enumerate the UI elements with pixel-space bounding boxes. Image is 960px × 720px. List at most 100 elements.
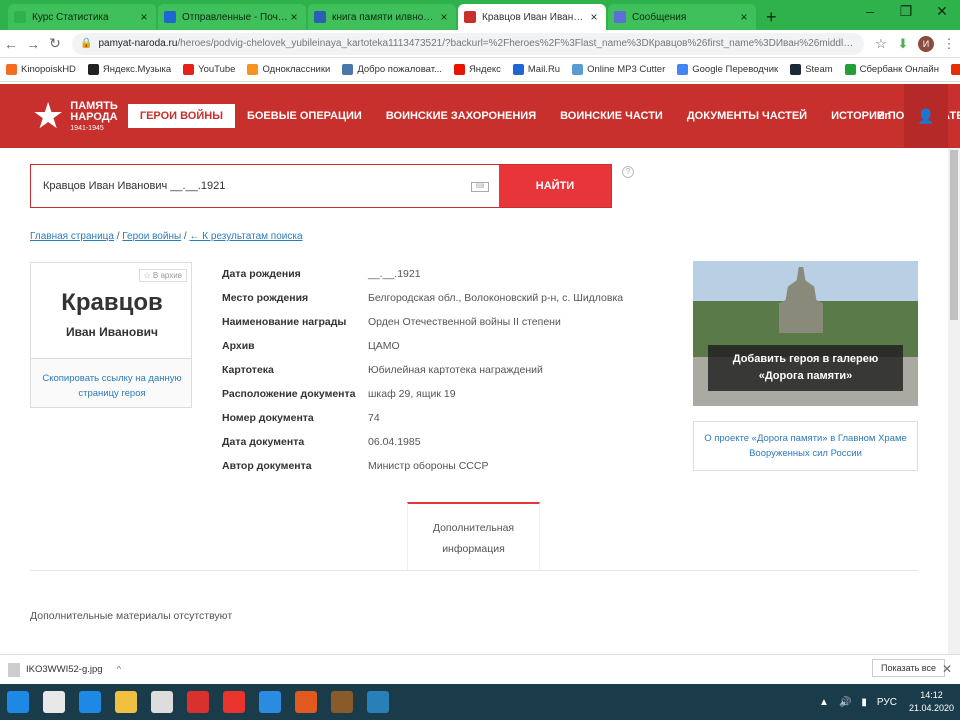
breadcrumb: Главная страница / Герои войны / ← К рез… [30,231,303,242]
bookmark-item[interactable]: YouTube [183,64,235,75]
window-controls: – ❐ ✕ [852,0,960,24]
detail-row: Архив ЦАМО [222,334,623,358]
volume-icon[interactable]: 🔊 [839,697,851,708]
hero-surname: Кравцов [61,289,163,316]
breadcrumb-heroes[interactable]: Герои войны [122,231,181,242]
bookmark-item[interactable]: Mail.Ru [512,64,560,75]
reload-icon[interactable]: ↻ [44,35,66,52]
close-download-bar-icon[interactable]: ✕ [942,662,952,676]
close-icon[interactable]: ✕ [924,0,960,24]
extension-icon[interactable]: ⬇ [892,36,914,52]
taskbar-app[interactable] [36,684,72,720]
bookmark-item[interactable]: Одноклассники [247,64,330,75]
project-info-link[interactable]: О проекте «Дорога памяти» в Главном Храм… [693,421,918,471]
taskbar-app[interactable] [216,684,252,720]
bookmark-item[interactable]: KinopoiskHD [6,64,76,75]
network-icon[interactable]: ▮ [861,697,867,708]
nav-item[interactable]: ВОИНСКИЕ ЗАХОРОНЕНИЯ [374,110,548,122]
detail-row: Картотека Юбилейная картотека награждени… [222,358,623,382]
tab-additional-info[interactable]: Дополнительная информация [407,502,540,570]
taskbar-app[interactable] [252,684,288,720]
keyboard-icon[interactable]: ⌨ [471,182,489,192]
favicon-icon [464,11,476,23]
nav-item[interactable]: ВОИНСКИЕ ЧАСТИ [548,110,675,122]
nav-item[interactable]: БОЕВЫЕ ОПЕРАЦИИ [235,110,374,122]
taskbar-app[interactable] [72,684,108,720]
search-input[interactable] [31,165,471,207]
main-nav: ГЕРОИ ВОЙНЫ БОЕВЫЕ ОПЕРАЦИИ ВОИНСКИЕ ЗАХОР… [118,84,960,148]
taskbar-app[interactable] [180,684,216,720]
nav-item[interactable]: ГЕРОИ ВОЙНЫ [127,104,235,128]
bookmark-item[interactable]: Online MP3 Cutter [572,64,665,75]
promo-caption[interactable]: Добавить героя в галерею «Дорога памяти» [708,345,903,391]
nav-item[interactable]: ДОКУМЕНТЫ ЧАСТЕЙ [675,110,819,122]
detail-label: Архив [222,340,255,352]
back-icon[interactable]: ← [0,36,22,52]
close-tab-icon[interactable]: × [588,10,600,24]
url-path: /heroes/podvig-chelovek_yubileinaya_kart… [177,38,856,49]
help-icon[interactable]: ? [622,166,634,178]
back-to-results-link[interactable]: ← К результатам поиска [190,231,303,242]
forward-icon[interactable]: → [22,36,44,52]
close-tab-icon[interactable]: × [138,10,150,24]
tab-title: Курс Статистика [32,11,109,23]
taskbar-app[interactable] [288,684,324,720]
browser-tab[interactable]: Курс Статистика × [8,4,156,30]
download-item[interactable]: IKO3WWI52-g.jpg ^ [8,662,148,677]
site-logo[interactable]: ★ ПАМЯТЬ НАРОДА 1941-1945 [0,98,118,134]
browser-tab[interactable]: книга памяти илвновка.doc - Google Докум… [308,4,456,30]
language-switch[interactable]: En [877,110,891,122]
clock-date: 21.04.2020 [908,703,954,713]
clock[interactable]: 14:12 21.04.2020 [909,689,954,715]
site-header: ★ ПАМЯТЬ НАРОДА 1941-1945 ГЕРОИ ВОЙНЫ БОЕ… [0,84,960,148]
browser-tab[interactable]: Сообщения × [608,4,756,30]
bookmark-label: Online MP3 Cutter [587,64,666,75]
browser-tab[interactable]: Отправленные - Почта Mail.ru × [158,4,306,30]
copy-link-button[interactable]: Скопировать ссылку на данную страницу ге… [41,371,183,401]
address-bar-row: ← → ↻ 🔒 pamyat-naroda.ru /heroes/podvig-… [0,30,960,58]
show-all-button[interactable]: Показать все [872,659,945,677]
bookmark-item[interactable]: Яндекс.Музыка [87,64,171,75]
taskbar-app[interactable] [360,684,396,720]
language-indicator[interactable]: РУС [877,697,897,708]
url-field[interactable]: 🔒 pamyat-naroda.ru /heroes/podvig-chelov… [72,32,864,55]
close-tab-icon[interactable]: × [738,10,750,24]
app-icon [223,691,245,713]
start-button[interactable] [0,684,36,720]
chevron-up-icon[interactable]: ^ [117,664,121,675]
bookmark-item[interactable]: Добро пожаловат... [342,64,442,75]
taskbar-app[interactable] [108,684,144,720]
bookmark-label: YouTube [198,64,236,75]
taskbar-app[interactable] [144,684,180,720]
maximize-icon[interactable]: ❐ [888,0,924,24]
scrollbar-thumb[interactable] [950,150,958,320]
detail-value: ЦАМО [368,340,400,352]
bookmark-item[interactable]: Яндекс [453,64,501,75]
taskbar-app[interactable] [324,684,360,720]
bookmark-icon [790,64,802,75]
new-tab-button[interactable]: + [758,4,785,30]
tab-title: Отправленные - Почта Mail.ru [182,11,288,23]
star-icon[interactable]: ☆ [870,36,892,52]
arrow-up-icon[interactable]: ▲ [819,697,829,708]
minimize-icon[interactable]: – [852,0,888,24]
bookmark-item[interactable]: Steam [790,64,833,75]
bookmark-item[interactable]: AliExpress.com : My... [950,64,960,75]
user-icon[interactable]: 👤 [904,84,948,148]
app-icon [295,691,317,713]
scrollbar[interactable] [948,148,960,656]
gallery-promo[interactable]: Добавить героя в галерею «Дорога памяти» [693,261,918,406]
archive-button[interactable]: ☆ В архив [138,269,187,282]
bookmark-item[interactable]: Сбербанк Онлайн [844,64,939,75]
avatar[interactable]: И [918,35,934,52]
close-tab-icon[interactable]: × [288,10,300,24]
detail-label: Расположение документа [222,388,356,400]
close-tab-icon[interactable]: × [438,10,450,24]
breadcrumb-home[interactable]: Главная страница [30,231,114,242]
browser-tab[interactable]: Кравцов Иван Иванович, Орден × [458,4,606,30]
bookmark-icon [247,64,259,75]
bookmark-label: Добро пожаловат... [357,64,442,75]
menu-icon[interactable]: ⋮ [938,36,960,52]
bookmark-item[interactable]: Google Переводчик [677,64,778,75]
search-button[interactable]: НАЙТИ [499,165,611,207]
